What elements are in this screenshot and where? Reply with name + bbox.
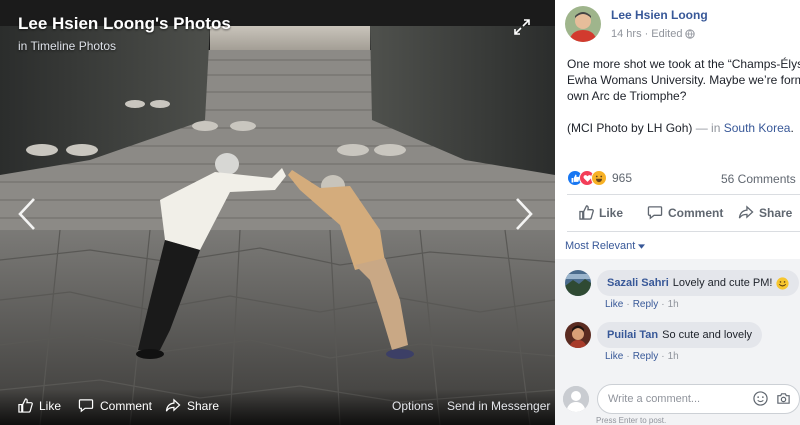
separator: · [626, 299, 630, 310]
caret-down-icon [638, 243, 646, 249]
divider [567, 194, 800, 195]
credit-in-label: — in [692, 121, 724, 135]
post-meta: 14 hrs · Edited [611, 28, 708, 40]
comment-text: Lovely and cute PM! [672, 277, 773, 289]
credit-period: . [790, 121, 794, 135]
author-name[interactable]: Lee Hsien Loong [611, 8, 708, 22]
photo-credit: (MCI Photo by LH Goh) [567, 121, 693, 135]
photo-share-button[interactable]: Share [165, 398, 219, 413]
like-button[interactable]: Like [579, 205, 623, 220]
comment-time[interactable]: 1h [668, 299, 679, 310]
sort-label: Most Relevant [565, 240, 636, 252]
photo [0, 0, 555, 425]
photo-comment-label: Comment [100, 398, 153, 413]
comment-actions: Like · Reply · 1h [605, 351, 679, 362]
caption-line-1: One more shot we took at the “Champs-Ély… [567, 57, 800, 71]
reaction-count[interactable]: 965 [612, 171, 632, 185]
comment-like-link[interactable]: Like [605, 351, 623, 362]
separator: · [626, 351, 630, 362]
comment-like-link[interactable]: Like [605, 299, 623, 310]
comment-actions: Like · Reply · 1h [605, 299, 679, 310]
separator: · [661, 299, 665, 310]
comment-icon [647, 206, 663, 220]
edited-label[interactable]: Edited [651, 28, 682, 40]
options-button[interactable]: Options [392, 399, 433, 413]
photo-like-label: Like [39, 398, 62, 413]
comment-sort-dropdown[interactable]: Most Relevant [565, 240, 646, 252]
comment-item: Sazali Sahri Lovely and cute PM! [565, 270, 800, 296]
current-user-avatar [563, 386, 589, 412]
comment-placeholder: Write a comment... [608, 393, 701, 405]
share-button[interactable]: Share [738, 205, 792, 220]
post-details-panel: Lee Hsien Loong 14 hrs · Edited One more… [555, 0, 800, 425]
emoji-icon[interactable] [753, 391, 768, 406]
photo-share-label: Share [187, 398, 220, 413]
comment-text: So cute and lovely [662, 329, 753, 341]
photo-like-button[interactable]: Like [18, 398, 61, 413]
comment-item: Puilai Tan So cute and lovely [565, 322, 763, 348]
composer-hint: Press Enter to post. [596, 416, 667, 425]
post-time[interactable]: 14 hrs [611, 28, 642, 40]
post-caption: One more shot we took at the “Champs-Ély… [567, 56, 800, 152]
separator: · [661, 351, 665, 362]
like-label: Like [599, 205, 624, 220]
comment-icon [78, 399, 94, 413]
commenter-name[interactable]: Sazali Sahri [607, 277, 669, 289]
photo-comment-button[interactable]: Comment [78, 398, 152, 413]
album-link[interactable]: in Timeline Photos [18, 39, 116, 53]
next-photo-icon[interactable] [513, 196, 535, 232]
comment-label: Comment [668, 205, 724, 220]
comment-button[interactable]: Comment [647, 205, 723, 220]
commenter-avatar[interactable] [565, 270, 591, 296]
caption-line-2: Ewha Womans University. Maybe we’re form [567, 73, 800, 87]
post-header: Lee Hsien Loong 14 hrs · Edited [565, 6, 708, 42]
haha-reaction-icon [591, 170, 607, 186]
share-icon [738, 205, 754, 219]
share-icon [165, 398, 181, 412]
stage-title[interactable]: Lee Hsien Loong's Photos [18, 14, 231, 34]
smiley-emoji-icon [776, 276, 790, 290]
meta-separator: · [644, 28, 649, 40]
photo-action-bar: Like Comment Share Options Send in Messe… [0, 389, 555, 425]
previous-photo-icon[interactable] [16, 196, 38, 232]
thumbs-up-icon [18, 398, 33, 413]
camera-icon[interactable] [776, 391, 791, 406]
globe-icon [685, 29, 696, 39]
expand-icon[interactable] [513, 18, 531, 36]
divider [567, 231, 800, 232]
comment-reply-link[interactable]: Reply [633, 351, 659, 362]
location-link[interactable]: South Korea [724, 121, 791, 135]
caption-line-3: own Arc de Triomphe? [567, 89, 687, 103]
comment-bubble: Sazali Sahri Lovely and cute PM! [597, 270, 800, 296]
commenter-name[interactable]: Puilai Tan [607, 329, 658, 341]
comment-input[interactable]: Write a comment... [597, 384, 800, 414]
thumbs-up-icon [579, 205, 594, 220]
comment-composer: Write a comment... [563, 384, 800, 414]
author-avatar[interactable] [565, 6, 601, 42]
comments-count-link[interactable]: 56 Comments 2 [721, 172, 800, 186]
comment-time[interactable]: 1h [668, 351, 679, 362]
comment-bubble: Puilai Tan So cute and lovely [597, 322, 763, 348]
reactions-summary[interactable]: 965 [567, 170, 632, 186]
comment-reply-link[interactable]: Reply [633, 299, 659, 310]
share-label: Share [759, 205, 793, 220]
photo-viewer: Lee Hsien Loong's Photos in Timeline Pho… [0, 0, 555, 425]
commenter-avatar[interactable] [565, 322, 591, 348]
send-in-messenger-button[interactable]: Send in Messenger [447, 399, 550, 413]
comments-count: 56 Comments [721, 172, 796, 186]
